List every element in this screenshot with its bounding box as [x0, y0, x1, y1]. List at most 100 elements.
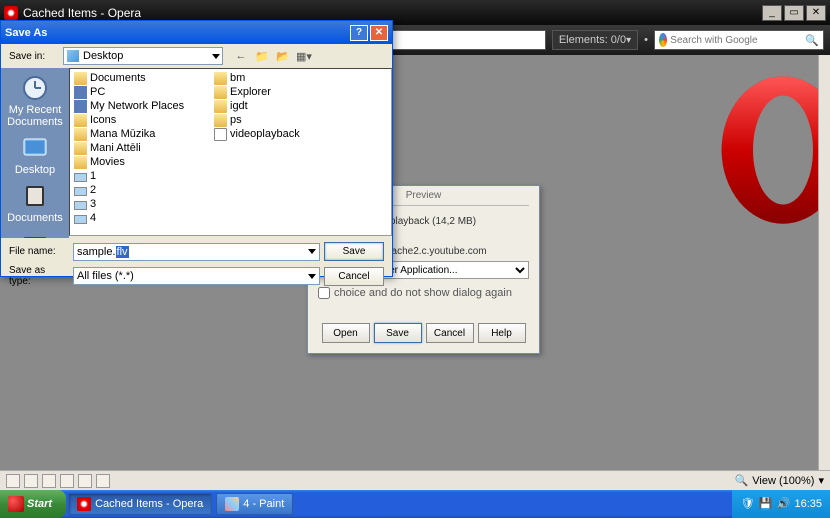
window-title: Cached Items - Opera: [23, 6, 762, 20]
volume-icon[interactable]: 🔊: [776, 497, 790, 511]
file-item[interactable]: 2: [72, 183, 212, 197]
file-name: Mani Attēli: [90, 142, 141, 154]
cancel-button[interactable]: Cancel: [426, 323, 474, 343]
file-item[interactable]: ps: [212, 113, 352, 127]
folder-icon: [74, 142, 87, 155]
back-icon[interactable]: ←: [233, 48, 249, 64]
folder-icon: [214, 100, 227, 113]
savein-value: Desktop: [83, 50, 123, 62]
file-name: Explorer: [230, 86, 271, 98]
file-name: Mana Mūzika: [90, 128, 155, 140]
file-item[interactable]: Mana Mūzika: [72, 127, 212, 141]
help-button[interactable]: Help: [478, 323, 526, 343]
help-button[interactable]: ?: [350, 25, 368, 41]
opera-statusbar: 🔍 View (100%) ▾: [0, 470, 830, 490]
search-icon[interactable]: 🔍: [805, 34, 819, 47]
file-item[interactable]: PC: [72, 85, 212, 99]
folder-icon: [214, 72, 227, 85]
chevron-down-icon: [212, 54, 220, 59]
newfolder-icon[interactable]: 📂: [275, 48, 291, 64]
status-icon[interactable]: [60, 474, 74, 488]
folder-icon: [74, 72, 87, 85]
file-item[interactable]: 1: [72, 169, 212, 183]
zoom-dropdown-icon[interactable]: ▾: [818, 474, 824, 487]
save-button[interactable]: Save: [374, 323, 422, 343]
status-icon[interactable]: [6, 474, 20, 488]
pc-icon: [74, 86, 87, 99]
tray-icon[interactable]: 🛡: [740, 497, 754, 511]
paint-icon: [225, 497, 239, 511]
file-item[interactable]: Documents: [72, 71, 212, 85]
saveas-title: Save As: [5, 27, 350, 39]
search-input[interactable]: [670, 35, 802, 46]
taskbar-item-opera[interactable]: Cached Items - Opera: [68, 493, 212, 515]
place-documents[interactable]: Documents: [5, 180, 65, 226]
drive-icon: [74, 215, 87, 224]
saveastype-combo[interactable]: All files (*.*): [73, 267, 320, 285]
savein-combo[interactable]: Desktop: [63, 47, 223, 65]
maximize-button[interactable]: ▭: [784, 5, 804, 21]
status-icon[interactable]: [78, 474, 92, 488]
file-item[interactable]: videoplayback: [212, 127, 352, 141]
filename-label: File name:: [9, 246, 69, 257]
place-recent[interactable]: My Recent Documents: [5, 72, 65, 130]
opera-icon: [77, 497, 91, 511]
filename-input[interactable]: sample.flv: [73, 243, 320, 261]
status-icon[interactable]: [96, 474, 110, 488]
file-item[interactable]: My Network Places: [72, 99, 212, 113]
file-name: bm: [230, 72, 245, 84]
file-item[interactable]: Explorer: [212, 85, 352, 99]
file-item[interactable]: bm: [212, 71, 352, 85]
drive-icon: [74, 187, 87, 196]
file-item[interactable]: Movies: [72, 155, 212, 169]
file-item[interactable]: igdt: [212, 99, 352, 113]
savein-label: Save in:: [9, 51, 59, 62]
close-button[interactable]: ✕: [370, 25, 388, 41]
view-zoom[interactable]: View (100%): [752, 475, 814, 487]
saveastype-label: Save as type:: [9, 265, 69, 287]
file-item[interactable]: Icons: [72, 113, 212, 127]
close-button[interactable]: ✕: [806, 5, 826, 21]
zoom-icon[interactable]: 🔍: [735, 474, 749, 487]
search-box[interactable]: 🔍: [654, 30, 824, 50]
status-icon[interactable]: [24, 474, 38, 488]
saveas-titlebar[interactable]: Save As ? ✕: [1, 21, 392, 44]
chevron-down-icon[interactable]: [308, 249, 316, 254]
network-icon: [74, 100, 87, 113]
status-icon[interactable]: [42, 474, 56, 488]
file-name: PC: [90, 86, 105, 98]
place-desktop[interactable]: Desktop: [5, 132, 65, 178]
chevron-down-icon[interactable]: [308, 274, 316, 279]
save-as-dialog: Save As ? ✕ Save in: Desktop ← 📁 📂 ▦▾ My…: [0, 20, 393, 277]
desktop-icon: [66, 49, 80, 63]
file-item[interactable]: 3: [72, 197, 212, 211]
file-name: 3: [90, 198, 96, 210]
drive-icon: [74, 173, 87, 182]
tray-icon[interactable]: 💾: [758, 497, 772, 511]
taskbar: Start Cached Items - Opera 4 - Paint 🛡 💾…: [0, 490, 830, 518]
open-button[interactable]: Open: [322, 323, 370, 343]
place-pc[interactable]: PC: [5, 228, 65, 238]
file-item[interactable]: 4: [72, 211, 212, 225]
file-item[interactable]: Mani Attēli: [72, 141, 212, 155]
taskbar-item-paint[interactable]: 4 - Paint: [216, 493, 293, 515]
separator-icon: •: [644, 34, 648, 46]
minimize-button[interactable]: _: [762, 5, 782, 21]
folder-icon: [214, 114, 227, 127]
up-icon[interactable]: 📁: [254, 48, 270, 64]
file-name: 2: [90, 184, 96, 196]
drive-icon: [74, 201, 87, 210]
views-icon[interactable]: ▦▾: [296, 48, 312, 64]
folder-icon: [214, 86, 227, 99]
vertical-scrollbar[interactable]: [818, 55, 830, 470]
start-button[interactable]: Start: [0, 490, 66, 518]
opera-icon: [4, 6, 18, 20]
file-name: ps: [230, 114, 242, 126]
cancel-button[interactable]: Cancel: [324, 267, 384, 286]
clock[interactable]: 16:35: [794, 498, 822, 510]
elements-indicator[interactable]: Elements: 0/0 ▾: [552, 30, 638, 50]
system-tray[interactable]: 🛡 💾 🔊 16:35: [732, 490, 830, 518]
file-list[interactable]: DocumentsPCMy Network PlacesIconsMana Mū…: [69, 68, 392, 236]
folder-icon: [74, 128, 87, 141]
save-button[interactable]: Save: [324, 242, 384, 261]
